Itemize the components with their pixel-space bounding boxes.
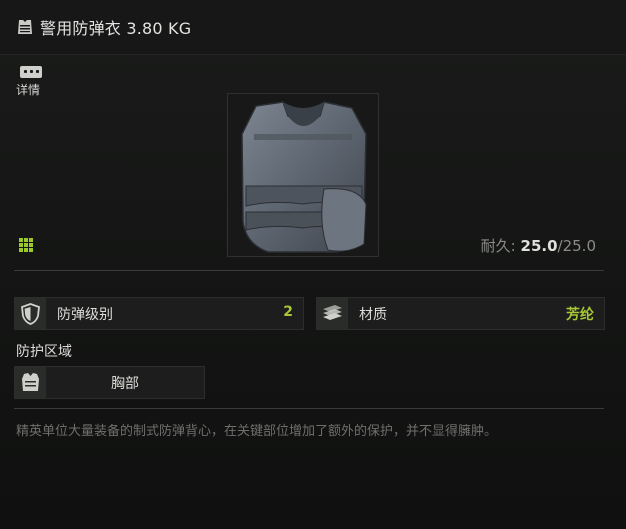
details-button[interactable]: 详情 bbox=[14, 64, 50, 100]
armor-class-label: 防弹级别 bbox=[57, 307, 113, 323]
item-image-frame[interactable] bbox=[227, 93, 379, 257]
durability-current: 25.0 bbox=[520, 237, 558, 255]
body-armor-vest-image bbox=[241, 101, 367, 253]
durability-label: 耐久: bbox=[480, 237, 516, 255]
durability-max: 25.0 bbox=[562, 237, 596, 255]
item-name: 警用防弹衣 bbox=[40, 19, 122, 38]
protection-zone-thorax[interactable]: 胸部 bbox=[14, 366, 205, 399]
item-description: 精英单位大量装备的制式防弹背心，在关键部位增加了额外的保护，并不显得臃肿。 bbox=[16, 424, 498, 439]
thorax-icon bbox=[22, 373, 39, 391]
details-label: 详情 bbox=[16, 83, 41, 97]
armor-class-value: 2 bbox=[283, 304, 293, 320]
ellipsis-icon bbox=[20, 66, 42, 78]
shield-icon-box bbox=[15, 298, 46, 329]
material-label: 材质 bbox=[359, 307, 387, 323]
thorax-icon-box bbox=[15, 367, 46, 398]
item-weight: 3.80 KG bbox=[126, 19, 192, 38]
title-bar[interactable]: 警用防弹衣 3.80 KG bbox=[0, 0, 626, 55]
shield-icon bbox=[21, 303, 40, 325]
material-value: 芳纶 bbox=[566, 307, 594, 323]
armor-vest-icon bbox=[18, 20, 32, 34]
material-stack-icon bbox=[323, 305, 342, 320]
durability-readout: 耐久: 25.0/25.0 bbox=[481, 235, 596, 256]
armor-class-stat[interactable]: 防弹级别 2 bbox=[14, 297, 304, 330]
item-inspect-panel: 警用防弹衣 3.80 KG 详情 耐久: 25.0/25.0 防弹级别 2 材质… bbox=[0, 0, 626, 529]
divider bbox=[14, 408, 604, 409]
grid-icon[interactable] bbox=[18, 237, 34, 253]
protection-zones-title: 防护区域 bbox=[16, 344, 72, 360]
item-title: 警用防弹衣 3.80 KG bbox=[40, 15, 191, 39]
zone-label: 胸部 bbox=[111, 376, 139, 392]
material-stat[interactable]: 材质 芳纶 bbox=[316, 297, 605, 330]
material-icon-box bbox=[317, 298, 348, 329]
divider bbox=[14, 270, 604, 271]
